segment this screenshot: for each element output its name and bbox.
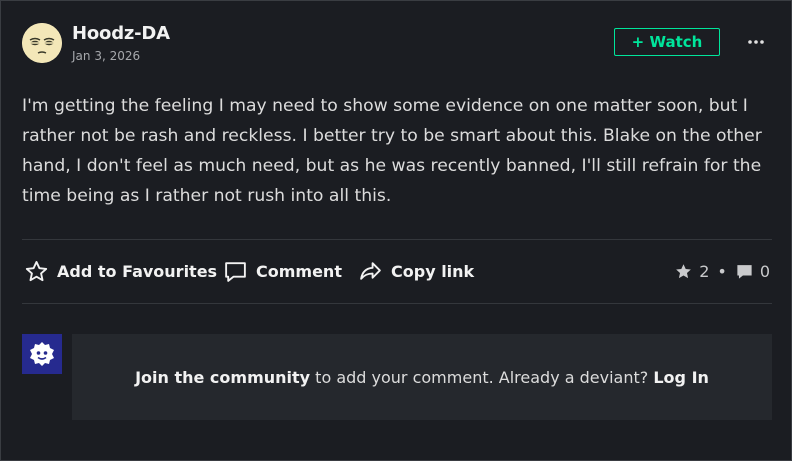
comment-filled-icon: [737, 264, 752, 279]
comment-label: Comment: [256, 261, 342, 281]
comments-count: 0: [759, 261, 770, 281]
comment-button[interactable]: Comment: [223, 257, 342, 285]
post-date: Jan 3, 2026: [72, 49, 141, 63]
post-card: Hoodz-DA Jan 3, 2026 + Watch I'm getting…: [0, 0, 792, 461]
favourites-count: 2: [699, 261, 710, 281]
user-avatar[interactable]: [22, 23, 62, 63]
login-link[interactable]: Log In: [653, 368, 709, 387]
post-stats: 2 • 0: [674, 259, 770, 283]
deviant-badge-icon: [30, 342, 54, 366]
copy-link-label: Copy link: [391, 261, 475, 281]
divider: [22, 303, 772, 304]
join-community-panel: Join the community to add your comment. …: [72, 334, 772, 420]
favourite-label: Add to Favourites: [57, 261, 218, 281]
share-arrow-icon: [360, 261, 381, 280]
username-link[interactable]: Hoodz-DA: [72, 23, 170, 44]
divider: [22, 239, 772, 240]
join-community-text: Join the community: [135, 367, 311, 387]
more-options-icon[interactable]: [745, 34, 767, 50]
add-to-favourites-button[interactable]: Add to Favourites: [24, 257, 217, 285]
watch-button[interactable]: + Watch: [614, 28, 720, 56]
join-message: to add your comment. Already a deviant?: [315, 367, 649, 387]
star-filled-icon: [676, 263, 692, 278]
separator-dot: •: [717, 261, 727, 281]
face-icon: [22, 23, 62, 63]
community-avatar: [22, 334, 62, 374]
post-body: I'm getting the feeling I may need to sh…: [22, 96, 762, 206]
comment-icon: [225, 261, 246, 282]
star-outline-icon: [25, 260, 48, 281]
copy-link-button[interactable]: Copy link: [358, 257, 474, 285]
